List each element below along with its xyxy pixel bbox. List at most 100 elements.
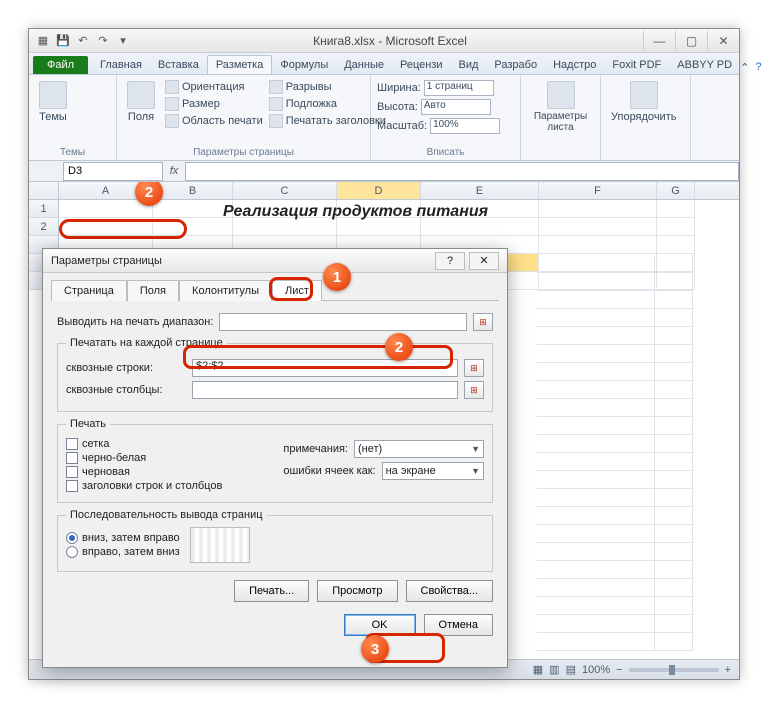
ref-picker-icon[interactable]: ⊞ <box>464 381 484 399</box>
rdo-over-down[interactable]: вправо, затем вниз <box>66 546 180 558</box>
print-titles-button[interactable]: Печатать заголовки <box>269 113 386 129</box>
tab-review[interactable]: Рецензи <box>392 56 451 74</box>
fit-height-label: Высота: <box>377 101 418 113</box>
fit-scale-label: Масштаб: <box>377 120 427 132</box>
rows-repeat-label: сквозные строки: <box>66 362 186 374</box>
view-break-icon[interactable]: ▤ <box>566 663 576 676</box>
zoom-slider[interactable] <box>629 668 719 672</box>
chk-gridlines[interactable]: сетка <box>66 438 263 450</box>
tab-foxit[interactable]: Foxit PDF <box>604 56 669 74</box>
dialog-help-button[interactable]: ? <box>435 252 465 270</box>
save-icon[interactable]: 💾 <box>55 33 71 49</box>
row-header[interactable]: 2 <box>29 218 59 236</box>
group-arrange-label <box>607 157 684 158</box>
view-normal-icon[interactable]: ▦ <box>533 663 543 676</box>
page-order-preview <box>190 527 250 563</box>
cols-repeat-label: сквозные столбцы: <box>66 384 186 396</box>
cols-repeat-input[interactable] <box>192 381 458 399</box>
ref-picker-icon[interactable]: ⊞ <box>464 359 484 377</box>
ribbon-body: Темы Темы Поля Ориентация Размер Область… <box>29 75 739 161</box>
arrange-button[interactable]: Упорядочить <box>607 79 680 157</box>
print-area-button[interactable]: Область печати <box>165 113 263 129</box>
view-layout-icon[interactable]: ▥ <box>549 663 559 676</box>
print-range-label: Выводить на печать диапазон: <box>57 316 213 328</box>
comments-combo[interactable]: (нет)▼ <box>354 440 484 458</box>
themes-button[interactable]: Темы <box>35 79 71 146</box>
errors-label: ошибки ячеек как: <box>283 465 375 477</box>
excel-icon: ▦ <box>35 33 51 49</box>
breaks-button[interactable]: Разрывы <box>269 79 386 95</box>
chk-bw[interactable]: черно-белая <box>66 452 263 464</box>
col-header[interactable]: B <box>153 182 233 199</box>
ref-picker-icon[interactable]: ⊞ <box>473 313 493 331</box>
print-group-label: Печать <box>66 418 110 430</box>
margins-button[interactable]: Поля <box>123 79 159 146</box>
tab-home[interactable]: Главная <box>92 56 150 74</box>
dtab-page[interactable]: Страница <box>51 280 127 301</box>
tab-insert[interactable]: Вставка <box>150 56 207 74</box>
group-themes-label: Темы <box>35 146 110 158</box>
fit-width-label: Ширина: <box>377 82 421 94</box>
chk-draft[interactable]: черновая <box>66 466 263 478</box>
tab-file[interactable]: Файл <box>33 56 88 74</box>
select-all-corner[interactable] <box>29 182 59 199</box>
titlebar: ▦ 💾 ↶ ↷ ▾ Книга8.xlsx - Microsoft Excel … <box>29 29 739 53</box>
tab-abbyy[interactable]: ABBYY PD <box>669 56 740 74</box>
size-button[interactable]: Размер <box>165 96 263 112</box>
print-button[interactable]: Печать... <box>234 580 309 602</box>
help-icon[interactable]: ? <box>755 61 761 74</box>
ribbon-tabs: Файл Главная Вставка Разметка Формулы Да… <box>29 53 739 75</box>
quick-access-toolbar: ▦ 💾 ↶ ↷ ▾ <box>29 33 137 49</box>
redo-icon[interactable]: ↷ <box>95 33 111 49</box>
page-setup-dialog: Параметры страницы ? ✕ Страница Поля Кол… <box>42 248 508 668</box>
qat-more-icon[interactable]: ▾ <box>115 33 131 49</box>
sheet-title-text: Реализация продуктов питания <box>223 203 488 221</box>
annotation-highlight-row2 <box>59 219 187 239</box>
dialog-title: Параметры страницы <box>51 255 162 267</box>
group-sheetopts-label <box>527 157 594 158</box>
minimize-button[interactable]: — <box>643 31 675 51</box>
tab-developer[interactable]: Разрабо <box>486 56 545 74</box>
row-header[interactable]: 1 <box>29 200 59 218</box>
print-range-input[interactable] <box>219 313 467 331</box>
undo-icon[interactable]: ↶ <box>75 33 91 49</box>
annotation-highlight-tab <box>269 277 313 301</box>
tab-addins[interactable]: Надстро <box>545 56 604 74</box>
fx-icon[interactable]: fx <box>163 165 185 177</box>
zoom-out-icon[interactable]: − <box>616 664 622 676</box>
errors-combo[interactable]: на экране▼ <box>382 462 484 480</box>
fit-scale-input[interactable]: 100% <box>430 118 500 134</box>
fit-height-input[interactable]: Авто <box>421 99 491 115</box>
ribbon-minimize-icon[interactable]: ⌃ <box>740 61 749 74</box>
col-header[interactable]: F <box>539 182 657 199</box>
maximize-button[interactable]: ▢ <box>675 31 707 51</box>
preview-button[interactable]: Просмотр <box>317 580 397 602</box>
tab-view[interactable]: Вид <box>451 56 487 74</box>
properties-button[interactable]: Свойства... <box>406 580 493 602</box>
close-button[interactable]: ✕ <box>707 31 739 51</box>
sheet-options-button[interactable]: Параметры листа <box>527 79 594 157</box>
tab-page-layout[interactable]: Разметка <box>207 55 273 74</box>
print-options-group: Печать сетка черно-белая черновая заголо… <box>57 418 493 503</box>
zoom-value[interactable]: 100% <box>582 664 610 676</box>
col-header[interactable]: D <box>337 182 421 199</box>
orientation-button[interactable]: Ориентация <box>165 79 263 95</box>
col-header[interactable]: G <box>657 182 695 199</box>
name-box[interactable]: D3 <box>63 162 163 181</box>
chk-headings[interactable]: заголовки строк и столбцов <box>66 480 263 492</box>
dialog-close-button[interactable]: ✕ <box>469 252 499 270</box>
tab-formulas[interactable]: Формулы <box>272 56 336 74</box>
col-header[interactable]: E <box>421 182 539 199</box>
formula-bar: D3 fx <box>29 161 739 182</box>
dtab-margins[interactable]: Поля <box>127 280 179 301</box>
col-header[interactable]: C <box>233 182 337 199</box>
background-button[interactable]: Подложка <box>269 96 386 112</box>
formula-input[interactable] <box>185 162 739 181</box>
fit-width-input[interactable]: 1 страниц <box>424 80 494 96</box>
dtab-headerfooter[interactable]: Колонтитулы <box>179 280 272 301</box>
order-group-label: Последовательность вывода страниц <box>66 509 267 521</box>
tab-data[interactable]: Данные <box>336 56 392 74</box>
group-fit-label: Вписать <box>377 146 514 158</box>
rdo-down-over[interactable]: вниз, затем вправо <box>66 532 180 544</box>
zoom-in-icon[interactable]: + <box>725 664 731 676</box>
